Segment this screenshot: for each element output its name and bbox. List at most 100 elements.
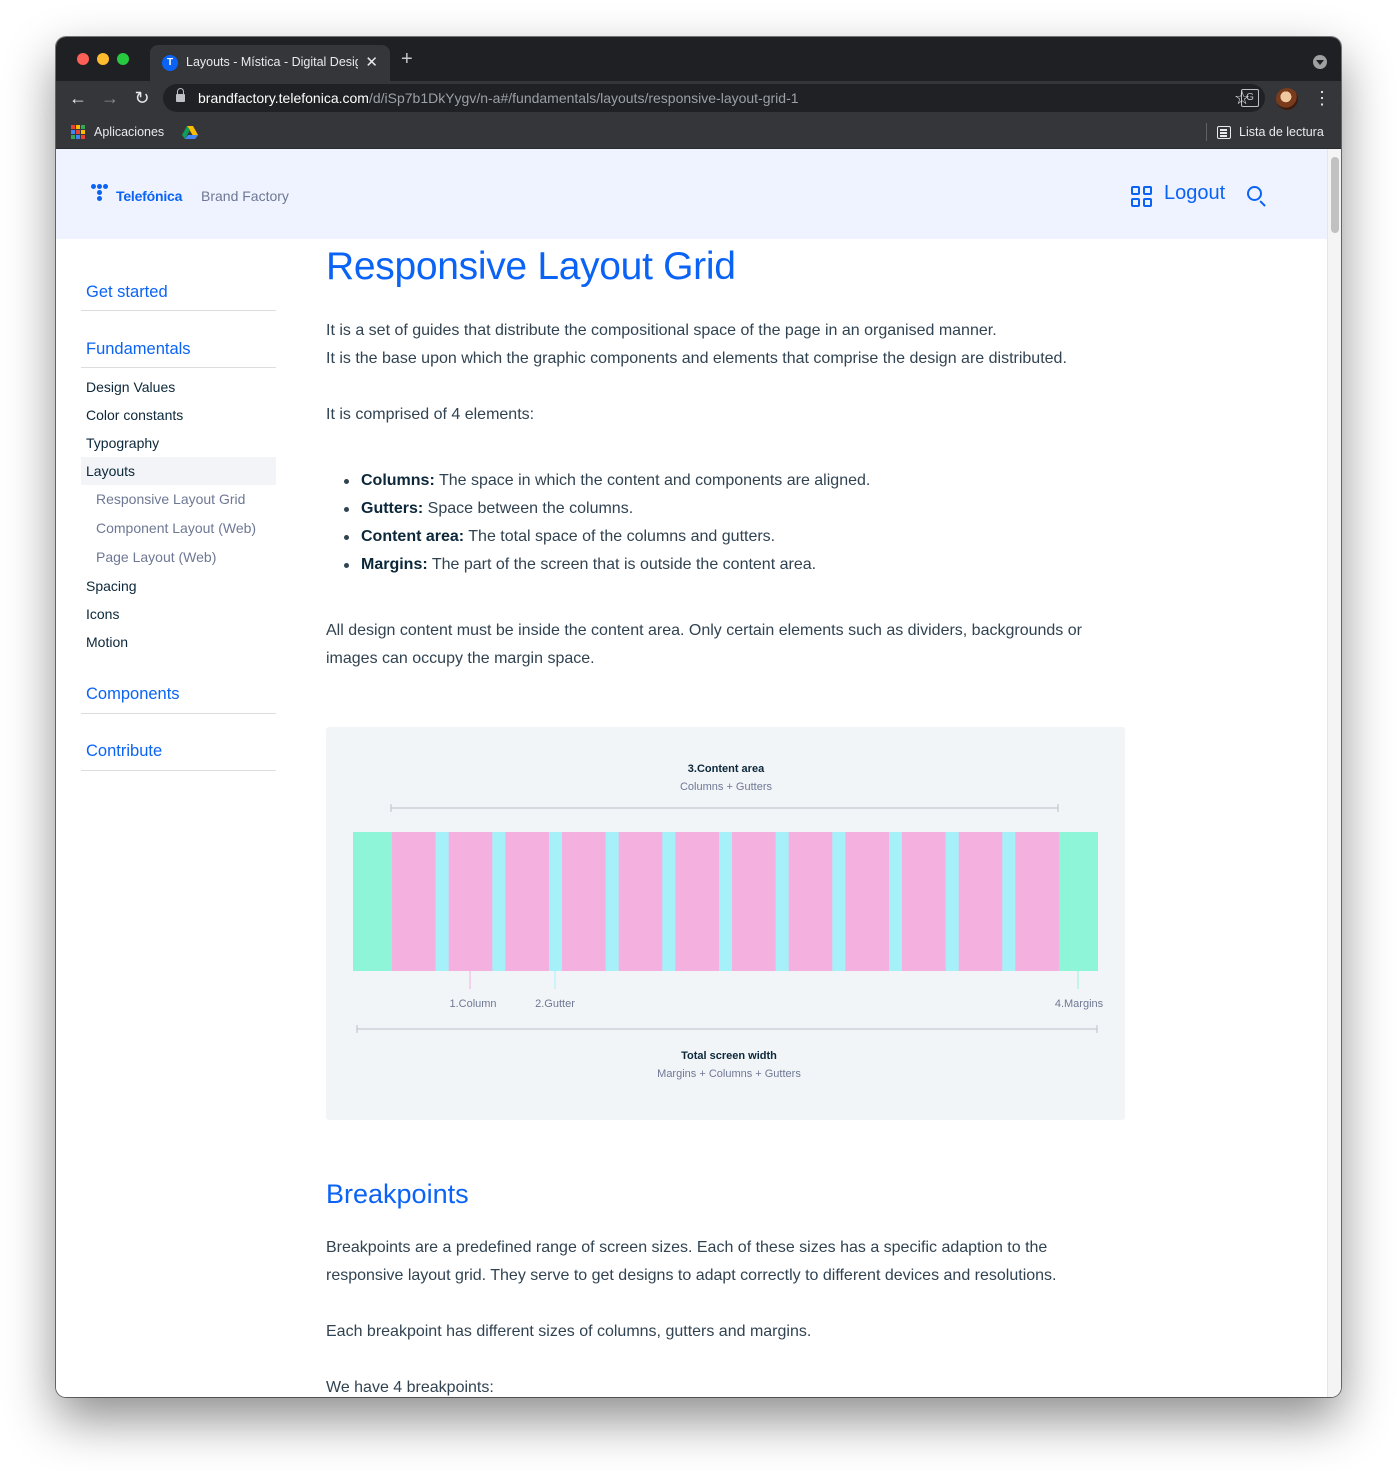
url-text[interactable]: brandfactory.telefonica.com/d/iSp7b1DkYy… — [198, 90, 799, 106]
google-drive-icon[interactable] — [182, 126, 198, 139]
list-item-text: Space between the columns. — [423, 500, 634, 517]
breakpoints-paragraph-1: Breakpoints are a predefined range of sc… — [326, 1239, 1057, 1284]
tab-strip: T Layouts - Mística - Digital Design Sys… — [56, 37, 1341, 81]
sidebar-item-color-constants[interactable]: Color constants — [86, 407, 183, 423]
url-host: brandfactory.telefonica.com — [198, 90, 369, 106]
list-item-text: The space in which the content and compo… — [434, 472, 871, 489]
grid-column — [392, 832, 436, 971]
margins-label: 4.Margins — [1055, 998, 1104, 1010]
grid-column — [845, 832, 889, 971]
profile-avatar[interactable] — [1276, 88, 1298, 110]
grid-column — [618, 832, 663, 971]
grid-column — [448, 832, 493, 971]
sidebar-section-get-started[interactable]: Get started — [81, 239, 276, 311]
url-path: /d/iSp7b1DkYygv/n-a#/fundamentals/layout… — [368, 90, 799, 106]
list-item-term: Content area: — [361, 528, 465, 545]
telefonica-favicon-icon: T — [162, 55, 178, 71]
telefonica-logo-icon[interactable] — [91, 184, 113, 206]
reading-list-icon[interactable] — [1217, 126, 1231, 139]
tab-search-icon[interactable] — [1313, 55, 1327, 69]
list-item-text: The total space of the columns and gutte… — [464, 528, 776, 545]
apps-grid-icon[interactable] — [1131, 186, 1153, 208]
site-name[interactable]: Brand Factory — [201, 188, 289, 204]
sidebar-item-layouts[interactable]: Layouts — [81, 457, 276, 485]
grid-column — [958, 832, 1003, 971]
list-item: Gutters: Space between the columns. — [343, 495, 634, 523]
browser-tab[interactable]: T Layouts - Mística - Digital Design Sys… — [150, 45, 390, 81]
tab-title: Layouts - Mística - Digital Design Syste… — [186, 55, 358, 69]
site-header: Telefónica Brand Factory Logout — [56, 149, 1327, 239]
sidebar-section-label[interactable]: Components — [86, 685, 180, 704]
intro-paragraph-2: It is the base upon which the graphic co… — [326, 350, 1067, 367]
sidebar-section-fundamentals[interactable]: Fundamentals — [81, 311, 276, 368]
sidebar-subitem-component-layout[interactable]: Component Layout (Web) — [96, 520, 256, 536]
sidebar-item-design-values[interactable]: Design Values — [86, 379, 175, 395]
logo-text[interactable]: Telefónica — [116, 188, 182, 204]
grid-column — [732, 832, 776, 971]
forward-arrow-icon[interactable]: → — [99, 87, 121, 109]
browser-window: T Layouts - Mística - Digital Design Sys… — [56, 37, 1341, 1397]
list-item: Margins: The part of the screen that is … — [343, 551, 817, 579]
new-tab-icon[interactable]: + — [401, 49, 413, 69]
content-area-title: 3.Content area — [688, 763, 765, 775]
content-area-subtitle: Columns + Gutters — [680, 781, 773, 793]
elements-intro: It is comprised of 4 elements: — [326, 406, 535, 423]
zoom-window-button[interactable] — [117, 53, 129, 65]
sidebar-section-label[interactable]: Contribute — [86, 742, 162, 761]
breakpoints-paragraph-3: We have 4 breakpoints: — [326, 1379, 494, 1396]
sidebar-item-spacing[interactable]: Spacing — [86, 578, 137, 594]
grid-column — [1015, 832, 1059, 971]
grid-column — [562, 832, 606, 971]
total-width-title: Total screen width — [681, 1050, 777, 1062]
list-item: Content area: The total space of the col… — [343, 523, 776, 551]
grid-diagram-svg: 3.Content area Columns + Gutters 1.Colum… — [353, 763, 1104, 1080]
page-scrollbar[interactable] — [1327, 149, 1341, 1397]
content-area-note: All design content must be inside the co… — [326, 622, 1082, 667]
intro-paragraph-1: It is a set of guides that distribute th… — [326, 322, 997, 339]
grid-column — [902, 832, 946, 971]
margin-right — [1059, 832, 1098, 971]
sidebar-item-typography[interactable]: Typography — [86, 435, 159, 451]
back-arrow-icon[interactable]: ← — [67, 87, 89, 109]
bookmarks-divider — [1206, 123, 1207, 141]
page-title: Responsive Layout Grid — [326, 245, 736, 288]
reload-icon[interactable]: ↻ — [131, 87, 153, 109]
list-item-text: The part of the screen that is outside t… — [427, 556, 817, 573]
lock-icon[interactable] — [176, 88, 185, 102]
logout-button[interactable]: Logout — [1164, 182, 1225, 205]
reading-list-button[interactable]: Lista de lectura — [1239, 125, 1324, 139]
close-window-button[interactable] — [77, 53, 89, 65]
search-icon[interactable] — [1247, 186, 1267, 207]
sidebar-section-contribute[interactable]: Contribute — [81, 714, 276, 771]
list-item-term: Columns: — [361, 472, 435, 489]
breakpoints-heading: Breakpoints — [326, 1179, 469, 1209]
address-bar[interactable]: brandfactory.telefonica.com/d/iSp7b1DkYy… — [163, 84, 1265, 112]
grid-column — [505, 832, 549, 971]
margin-left — [353, 832, 392, 971]
close-tab-icon[interactable]: ✕ — [365, 53, 378, 71]
sidebar-item-motion[interactable]: Motion — [86, 634, 128, 650]
list-item-term: Margins: — [361, 556, 428, 573]
sidebar-section-components[interactable]: Components — [81, 659, 276, 714]
bookmarks-bar: Aplicaciones Lista de lectura — [56, 115, 1341, 149]
apps-bookmark[interactable]: Aplicaciones — [94, 125, 164, 139]
column-label: 1.Column — [449, 998, 496, 1010]
browser-menu-icon[interactable]: ⋮ — [1313, 87, 1331, 109]
list-item-term: Gutters: — [361, 500, 424, 517]
scrollbar-thumb[interactable] — [1331, 157, 1339, 233]
browser-toolbar: ← → ↻ brandfactory.telefonica.com/d/iSp7… — [56, 81, 1341, 115]
sidebar-section-label[interactable]: Get started — [86, 283, 168, 302]
apps-grid-icon[interactable] — [71, 125, 85, 139]
sidebar-subitem-page-layout[interactable]: Page Layout (Web) — [96, 549, 216, 565]
page-content: Telefónica Brand Factory Logout Get star… — [56, 149, 1327, 1397]
grid-bars — [353, 832, 1098, 971]
sidebar-section-label[interactable]: Fundamentals — [86, 340, 191, 359]
list-item: Columns: The space in which the content … — [343, 467, 871, 495]
grid-column — [675, 832, 719, 971]
total-width-subtitle: Margins + Columns + Gutters — [657, 1068, 801, 1080]
grid-column — [788, 832, 833, 971]
sidebar-item-icons[interactable]: Icons — [86, 606, 119, 622]
sidebar-subitem-responsive-layout-grid[interactable]: Responsive Layout Grid — [96, 491, 245, 507]
bookmark-star-icon[interactable]: ☆ — [1234, 87, 1250, 109]
minimize-window-button[interactable] — [97, 53, 109, 65]
